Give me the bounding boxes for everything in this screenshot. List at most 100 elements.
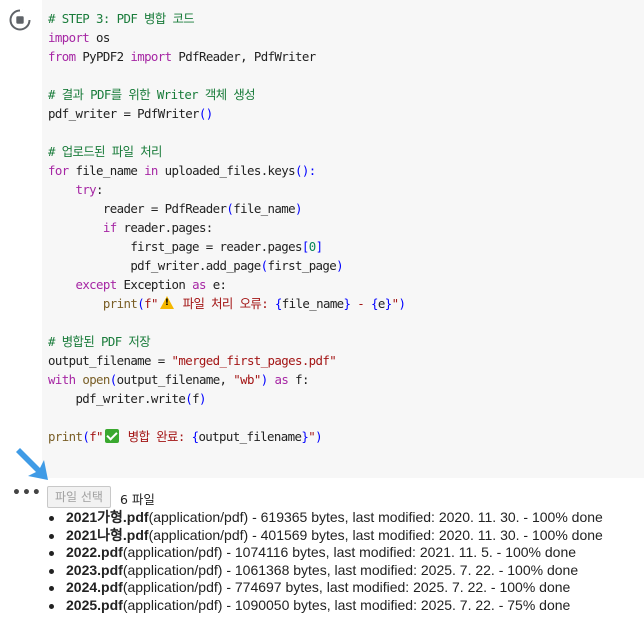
code-line: # 병합된 PDF 저장 [48, 332, 405, 351]
code-token: # STEP 3: PDF 병합 코드 [48, 11, 195, 26]
code-token: file_name [281, 296, 344, 311]
code-line: print(f" 파일 처리 오류: {file_name} - {e}") [48, 294, 406, 313]
code-token: reader.pages: [116, 220, 213, 235]
code-token: import [48, 30, 90, 45]
code-line: output_filename = "merged_first_pages.pd… [48, 351, 405, 370]
code-token: except [75, 277, 117, 292]
file-detail: (application/pdf) - 1074116 bytes, last … [122, 544, 577, 560]
code-token: f" [144, 296, 158, 311]
code-token: ) [398, 296, 406, 311]
cell-output: ••• 파일 선택 6 파일 2021가형.pdf(application/pd… [0, 448, 644, 625]
code-token: output_filename [198, 429, 302, 444]
file-name: 2024.pdf [66, 579, 123, 595]
code-token: try [75, 182, 97, 197]
code-token: # 업로드된 파일 처리 [48, 144, 162, 159]
code-token: "wb" [233, 372, 261, 387]
code-token: Exception [116, 277, 193, 292]
code-token: print [102, 296, 138, 311]
file-detail: (application/pdf) - 1090050 bytes, last … [122, 596, 571, 613]
list-item: 2021가형.pdf(application/pdf) - 619365 byt… [49, 509, 603, 527]
code-token: from [48, 49, 76, 64]
file-detail: (application/pdf) - 401569 bytes, last m… [148, 526, 603, 543]
file-count: 6 파일 [120, 492, 155, 507]
code-token: in [144, 163, 158, 178]
list-item: 2025.pdf(application/pdf) - 1090050 byte… [49, 597, 603, 615]
code-token: file_name [68, 163, 145, 178]
code-line: pdf_writer = PdfWriter() [48, 104, 405, 123]
choose-files-button[interactable]: 파일 선택 [47, 486, 111, 508]
code-token: with [48, 372, 76, 387]
code-token: e: [205, 277, 227, 292]
code-line: # 결과 PDF를 위한 Writer 객체 생성 [48, 85, 405, 104]
code-line: # STEP 3: PDF 병합 코드 [48, 9, 405, 28]
code-token: file_name [233, 201, 295, 216]
code-text: # STEP 3: PDF 병합 코드 import os from PyPDF2 … [48, 9, 406, 446]
cell-gutter [0, 0, 42, 478]
file-name: 2022.pdf [66, 544, 123, 560]
code-token: () [198, 106, 213, 121]
file-detail: (application/pdf) - 1061368 bytes, last … [122, 561, 579, 578]
code-token: e [377, 296, 385, 311]
code-token: for [48, 163, 69, 178]
code-line: import os [48, 28, 405, 47]
check-mark-icon [104, 429, 119, 443]
code-token: PdfReader, PdfWriter [171, 49, 316, 64]
arrow-down-right-icon [16, 448, 48, 480]
code-token: # 병합된 PDF 저장 [48, 334, 151, 349]
code-token: [ [301, 239, 309, 254]
file-name: 2025.pdf [66, 596, 123, 613]
code-token: (): [295, 163, 316, 178]
code-line: # 업로드된 파일 처리 [48, 142, 405, 161]
code-token: } [384, 296, 392, 311]
code-token: ) [294, 201, 302, 216]
code-line: except Exception as e: [48, 275, 405, 294]
code-line: pdf_writer.write(f) [48, 389, 405, 408]
code-token: output_filename, [116, 372, 234, 387]
code-token: pdf_writer = PdfWriter [48, 106, 200, 121]
code-token: f [192, 391, 199, 406]
code-token: if [102, 220, 117, 235]
run-cell-icon [9, 9, 31, 31]
more-horizontal-icon[interactable]: ••• [12, 485, 42, 501]
code-token: ) [260, 372, 268, 387]
code-line: reader = PdfReader(file_name) [48, 199, 405, 218]
code-token: 파일 처리 오류: [175, 296, 275, 311]
code-token: output_filename = [48, 353, 172, 368]
code-token: first_page [267, 258, 337, 273]
code-token: open [82, 372, 110, 387]
code-line: if reader.pages: [48, 218, 405, 237]
code-token: f: [288, 372, 309, 387]
code-token: f" [89, 429, 103, 444]
list-item: 2023.pdf(application/pdf) - 1061368 byte… [49, 562, 603, 580]
code-line: first_page = reader.pages[0] [48, 237, 405, 256]
code-token: as [192, 277, 206, 292]
code-token: pdf_writer.add_page [48, 258, 261, 273]
code-line: print(f" 병합 완료: {output_filename}") [48, 427, 405, 446]
run-cell-button[interactable] [8, 8, 32, 32]
file-name: 2023.pdf [66, 561, 123, 578]
file-detail: (application/pdf) - 619365 bytes, last m… [148, 509, 603, 525]
code-token: ) [315, 429, 322, 444]
code-editor[interactable]: # STEP 3: PDF 병합 코드 import os from PyPDF2 … [42, 0, 644, 478]
file-name: 2021나형.pdf [66, 526, 149, 543]
code-token: { [371, 296, 378, 311]
code-line: for file_name in uploaded_files.keys(): [48, 161, 405, 180]
code-token: ) [336, 258, 344, 273]
code-token: first_page = reader.pages [48, 239, 302, 254]
code-token: : [96, 182, 103, 197]
code-line: pdf_writer.add_page(first_page) [48, 256, 405, 275]
code-token: as [274, 372, 289, 387]
code-token: reader = PdfReader [48, 201, 227, 216]
code-token: PyPDF2 [75, 49, 131, 64]
code-token: ] [315, 239, 323, 254]
code-token: 병합 완료: [120, 429, 192, 444]
list-item: 2021나형.pdf(application/pdf) - 401569 byt… [49, 527, 603, 545]
